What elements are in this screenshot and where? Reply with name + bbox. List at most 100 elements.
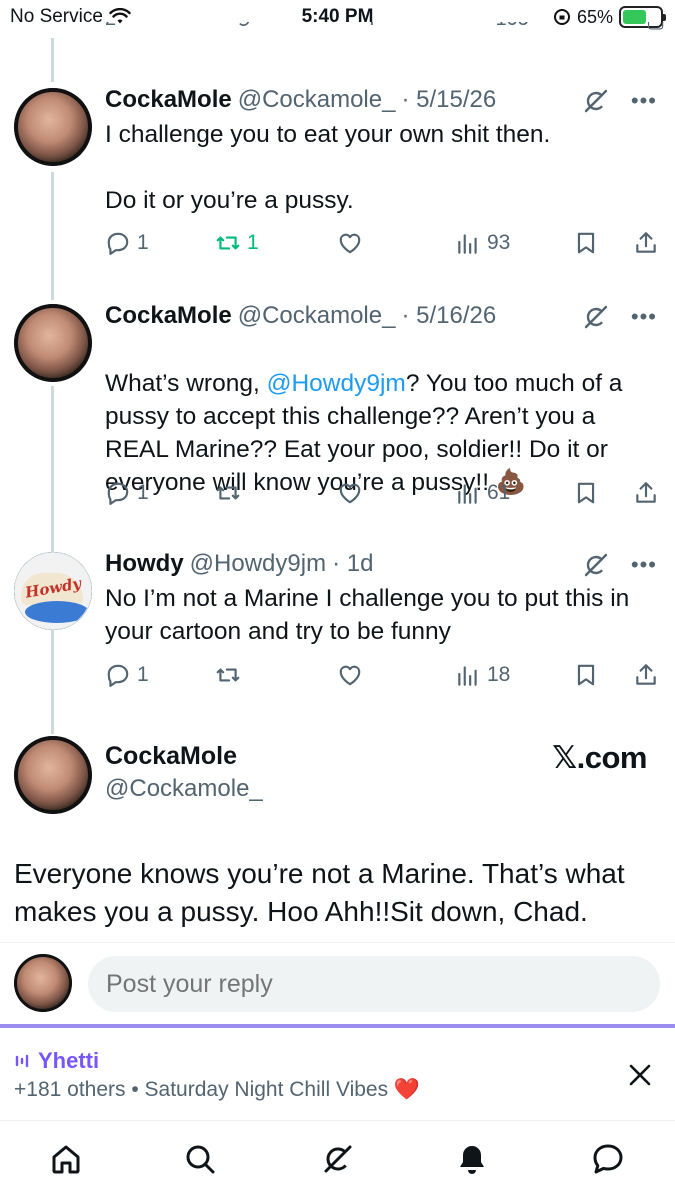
spaces-subtitle: +181 others • Saturday Night Chill Vibes… xyxy=(14,1078,421,1101)
bookmark-icon: ▢ xyxy=(646,22,665,33)
grok-icon[interactable] xyxy=(583,552,609,578)
avatar-logo-text: Howdy xyxy=(23,574,83,602)
grok-icon xyxy=(324,1145,352,1173)
spaces-title: Yhetti xyxy=(14,1048,99,1074)
views-button[interactable]: 61 xyxy=(455,480,510,506)
heart-icon xyxy=(339,665,361,686)
spaces-host: Yhetti xyxy=(38,1048,100,1073)
bookmark-icon xyxy=(577,664,595,686)
nav-notifications[interactable] xyxy=(452,1139,492,1179)
share-button[interactable] xyxy=(633,480,659,506)
share-icon xyxy=(636,664,656,685)
reply-count: 1 xyxy=(137,231,149,254)
avatar[interactable] xyxy=(14,304,92,382)
grok-icon[interactable] xyxy=(583,304,609,330)
share-button[interactable] xyxy=(633,230,659,256)
like-button[interactable] xyxy=(337,480,363,506)
share-icon xyxy=(636,482,656,503)
reply-count: 1 xyxy=(137,481,149,504)
previous-tweet-actions: 2 ⟲ 7 105 ▢ xyxy=(105,22,665,44)
author-handle[interactable]: @Cockamole_ xyxy=(238,302,396,330)
tweet-text: What’s wrong, @Howdy9jm? You too much of… xyxy=(105,334,655,499)
tweet[interactable]: Howdy Howdy @Howdy9jm · 1d ••• No I’m no… xyxy=(0,546,675,716)
reply-icon xyxy=(107,664,129,687)
avatar[interactable] xyxy=(14,88,92,166)
heart-icon xyxy=(339,483,361,504)
tweet-date[interactable]: · 5/15/26 xyxy=(401,86,496,114)
like-button[interactable] xyxy=(337,662,363,688)
author-name[interactable]: CockaMole xyxy=(105,742,237,771)
bookmark-button[interactable] xyxy=(573,480,599,506)
reply-icon xyxy=(107,482,129,505)
tweet[interactable]: CockaMole @Cockamole_ · 5/16/26 ••• What… xyxy=(0,298,675,528)
analytics-icon xyxy=(458,234,477,254)
spaces-bar[interactable]: Yhetti +181 others • Saturday Night Chil… xyxy=(0,1024,675,1120)
tweet-date[interactable]: · 5/16/26 xyxy=(401,302,496,330)
reply-avatar xyxy=(14,954,72,1012)
nav-search[interactable] xyxy=(180,1139,220,1179)
share-button[interactable] xyxy=(633,662,659,688)
retweet-icon xyxy=(216,236,240,250)
view-count: 61 xyxy=(487,481,511,504)
view-count: 93 xyxy=(487,231,511,254)
view-count: 105 xyxy=(496,22,529,33)
author-handle[interactable]: @Cockamole_ xyxy=(238,86,396,114)
home-icon xyxy=(52,1145,80,1174)
views-button[interactable]: 93 xyxy=(455,230,510,256)
bookmark-icon xyxy=(577,232,595,254)
thread-line xyxy=(51,38,54,82)
retweet-icon xyxy=(216,668,240,682)
bookmark-button[interactable] xyxy=(573,230,599,256)
mention-link[interactable]: @Howdy9jm xyxy=(267,370,406,397)
bookmark-button[interactable] xyxy=(573,662,599,688)
grok-icon[interactable] xyxy=(583,88,609,114)
tweet-text: No I’m not a Marine I challenge you to p… xyxy=(105,585,630,645)
nav-home[interactable] xyxy=(46,1139,86,1179)
tweet-text: I challenge you to eat your own shit the… xyxy=(105,121,551,214)
more-icon[interactable]: ••• xyxy=(631,90,657,112)
view-count: 18 xyxy=(487,663,511,686)
reply-icon xyxy=(107,232,129,255)
analytics-icon xyxy=(458,484,477,504)
avatar[interactable] xyxy=(14,736,92,814)
retweet-button[interactable] xyxy=(215,480,241,506)
watermark: 𝕏.com xyxy=(552,740,647,775)
reply-count: 2 xyxy=(105,22,116,33)
more-icon[interactable]: ••• xyxy=(631,306,657,328)
reply-count: 1 xyxy=(137,663,149,686)
messages-icon xyxy=(593,1144,623,1174)
close-icon[interactable] xyxy=(625,1060,655,1090)
retweet-count: 1 xyxy=(247,231,259,254)
bookmark-icon xyxy=(577,482,595,504)
author-name[interactable]: CockaMole xyxy=(105,302,232,330)
author-handle[interactable]: @Howdy9jm xyxy=(190,550,326,578)
tweet[interactable]: CockaMole @Cockamole_ · 5/15/26 ••• I ch… xyxy=(0,82,675,282)
reply-button[interactable]: 1 xyxy=(105,480,149,506)
nav-messages[interactable] xyxy=(588,1139,628,1179)
tweet-date[interactable]: · 1d xyxy=(332,550,373,578)
search-icon xyxy=(186,1145,215,1174)
reply-button[interactable]: 1 xyxy=(105,230,149,256)
retweet-button[interactable]: 1 xyxy=(215,230,259,256)
reply-input[interactable] xyxy=(88,956,660,1012)
avatar[interactable]: Howdy xyxy=(14,552,92,630)
retweet-icon xyxy=(216,486,240,500)
nav-grok[interactable] xyxy=(318,1139,358,1179)
more-icon[interactable]: ••• xyxy=(631,554,657,576)
views-button[interactable]: 18 xyxy=(455,662,510,688)
tweet-actions: 1 1 93 xyxy=(105,230,660,262)
tweet-actions: 1 61 xyxy=(105,480,660,512)
retweet-button[interactable] xyxy=(215,662,241,688)
author-name[interactable]: Howdy xyxy=(105,550,184,578)
like-button[interactable] xyxy=(337,230,363,256)
reply-button[interactable]: 1 xyxy=(105,662,149,688)
divider xyxy=(0,942,675,943)
author-name[interactable]: CockaMole xyxy=(105,86,232,114)
author-handle[interactable]: @Cockamole_ xyxy=(105,775,263,803)
tweet-actions: 1 18 xyxy=(105,662,660,694)
notifications-icon xyxy=(460,1146,484,1174)
audio-bars-icon xyxy=(15,1054,29,1068)
heart-icon xyxy=(339,233,361,254)
bottom-nav xyxy=(0,1120,675,1200)
share-icon xyxy=(636,232,656,253)
